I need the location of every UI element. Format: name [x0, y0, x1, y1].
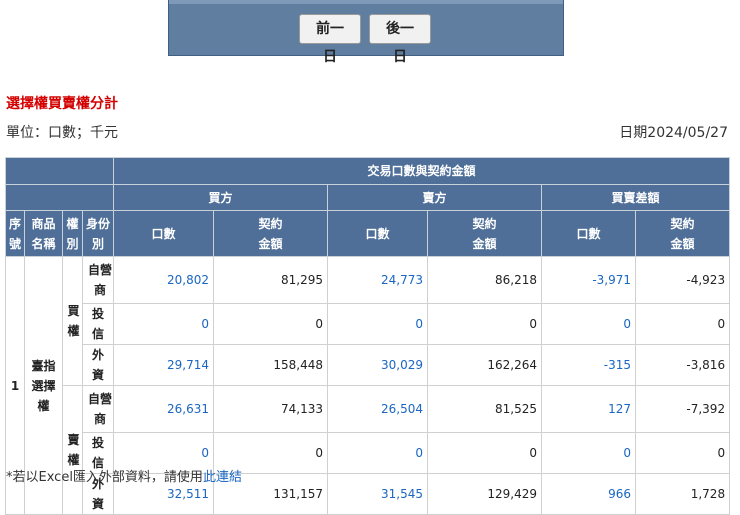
sell-side-header: 賣方 — [327, 184, 542, 211]
table-row: 1 臺指選擇權 買權 自營商 20,802 81,295 24,773 86,2… — [5, 256, 731, 515]
sell-value-cell: 86,218 — [427, 256, 542, 304]
nav-panel-strip — [169, 0, 563, 4]
col-identity-header: 身份別 — [82, 210, 114, 257]
section-title: 選擇權買賣權分計 — [6, 96, 118, 112]
next-day-button[interactable]: 後一日 — [369, 14, 431, 65]
net-volume-cell: -315 — [541, 344, 636, 386]
net-volume-cell: 0 — [541, 303, 636, 345]
identity-cell: 外資 — [82, 344, 114, 386]
identity-cell: 自營商 — [82, 385, 114, 433]
sell-value-cell: 0 — [427, 432, 542, 474]
sell-value-cell: 0 — [427, 303, 542, 345]
prev-day-button[interactable]: 前一日 — [299, 14, 361, 65]
identity-cell: 投信 — [82, 303, 114, 345]
table-row: 賣權 自營商 26,631 74,133 26,504 81,525 127 -… — [6, 385, 731, 515]
net-volume-cell: 0 — [541, 432, 636, 474]
identity-cell: 自營商 — [82, 256, 114, 304]
right-cell-put: 賣權 — [62, 385, 83, 515]
date-label: 日期2024/05/27 — [619, 125, 728, 141]
net-volume-header: 口數 — [541, 210, 636, 257]
buy-value-cell: 74,133 — [213, 385, 328, 433]
col-seq-header: 序號 — [5, 210, 25, 257]
buy-value-cell: 0 — [213, 303, 328, 345]
buy-side-header: 買方 — [113, 184, 328, 211]
net-side-header: 買賣差額 — [540, 184, 731, 211]
footnote: *若以Excel匯入外部資料，請使用此連結 — [6, 466, 242, 485]
sell-volume-cell: 30,029 — [327, 344, 428, 386]
buy-volume-cell: 0 — [113, 303, 214, 345]
buy-value-cell: 158,448 — [213, 344, 328, 386]
col-product-header: 商品名稱 — [24, 210, 63, 257]
options-table: 交易口數與契約金額 買方 賣方 買賣差額 序號 商品名稱 權別 身份別 口數 契… — [5, 157, 731, 515]
net-value-cell: -3,816 — [634, 344, 731, 386]
table-row: 外資 29,714 158,448 30,029 162,264 -315 -3… — [6, 344, 731, 386]
net-value-cell: 0 — [634, 432, 731, 474]
col-right-header: 權別 — [62, 210, 83, 257]
buy-volume-header: 口數 — [113, 210, 214, 257]
sell-volume-cell: 0 — [327, 432, 428, 474]
unit-label: 單位：口數；千元 — [6, 125, 118, 141]
excel-import-link[interactable]: 此連結 — [203, 470, 242, 485]
buy-volume-cell: 26,631 — [113, 385, 214, 433]
net-value-cell: -4,923 — [634, 256, 731, 304]
net-value-cell: -7,392 — [634, 385, 731, 433]
footnote-text: *若以Excel匯入外部資料，請使用 — [6, 470, 203, 485]
buy-volume-cell: 29,714 — [113, 344, 214, 386]
right-cell-call: 買權 — [62, 256, 83, 386]
date-nav-panel: 前一日 後一日 — [168, 0, 564, 65]
buy-value-cell: 81,295 — [213, 256, 328, 304]
header-blank-2 — [5, 184, 114, 211]
group-header: 交易口數與契約金額 — [112, 157, 731, 185]
sell-volume-cell: 0 — [327, 303, 428, 345]
table-row: 投信 0 0 0 0 0 0 — [6, 303, 731, 345]
sell-volume-header: 口數 — [327, 210, 428, 257]
sell-value-header: 契約金額 — [427, 210, 542, 257]
buy-value-header: 契約金額 — [213, 210, 328, 257]
sell-volume-cell: 26,504 — [327, 385, 428, 433]
net-value-header: 契約金額 — [634, 210, 731, 257]
net-value-cell: 0 — [634, 303, 731, 345]
header-blank — [5, 157, 114, 185]
sell-value-cell: 81,525 — [427, 385, 542, 433]
net-volume-cell: 127 — [541, 385, 636, 433]
sell-volume-cell: 24,773 — [327, 256, 428, 304]
net-volume-cell: -3,971 — [541, 256, 636, 304]
sell-value-cell: 162,264 — [427, 344, 542, 386]
buy-volume-cell: 20,802 — [113, 256, 214, 304]
